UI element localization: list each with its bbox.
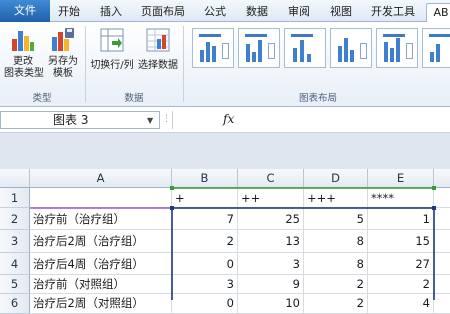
- chart-data-range-overlay: [30, 186, 436, 300]
- series-range-handle[interactable]: [432, 186, 436, 190]
- values-range-handle[interactable]: [170, 206, 174, 210]
- values-range-outline: [171, 207, 435, 300]
- series-range-handle[interactable]: [170, 186, 174, 190]
- values-range-handle[interactable]: [432, 206, 436, 210]
